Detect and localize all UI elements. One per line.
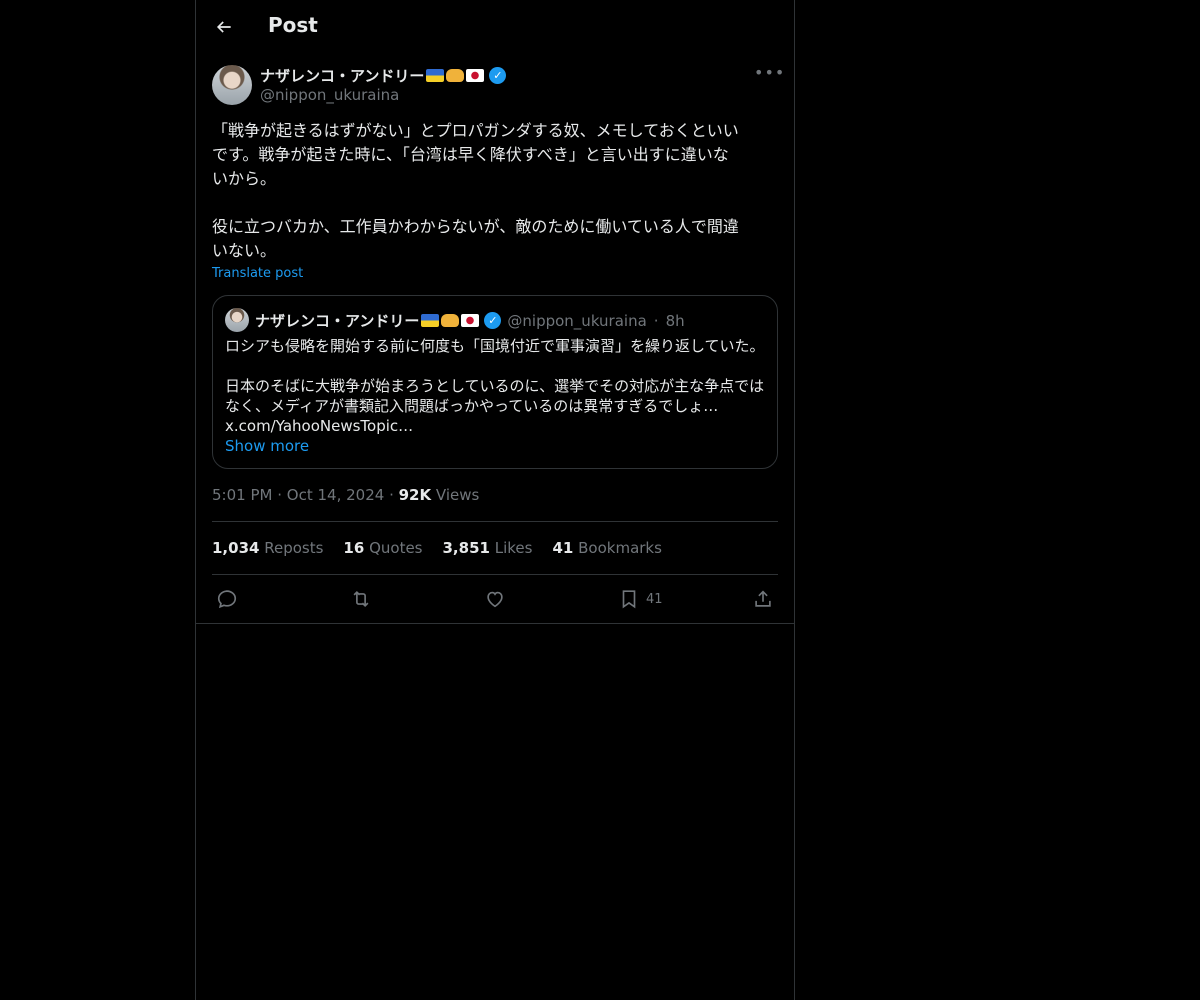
divider [212, 574, 778, 575]
likes-stat[interactable]: 3,851 Likes [443, 539, 533, 557]
back-button[interactable] [208, 11, 240, 43]
handshake-icon [441, 314, 460, 327]
author-name-row[interactable]: ナザレンコ・アンドリー ✓ [260, 65, 507, 86]
views-count: 92K [398, 486, 432, 504]
author-name: ナザレンコ・アンドリー [260, 67, 425, 85]
japan-flag-icon [461, 314, 480, 327]
action-bar: 41 [212, 587, 778, 611]
arrow-left-icon [216, 21, 231, 33]
divider [212, 521, 778, 522]
dot-separator: · [277, 486, 287, 504]
engagement-stats: 1,034 Reposts 16 Quotes 3,851 Likes 41 B… [212, 539, 662, 557]
likes-count: 3,851 [442, 539, 490, 557]
dot-separator: · [389, 486, 399, 504]
japan-flag-icon [466, 69, 485, 82]
more-horizontal-icon: ••• [754, 63, 786, 82]
ukraine-flag-icon [426, 69, 445, 82]
views-label: Views [435, 486, 480, 504]
bookmarks-stat[interactable]: 41 Bookmarks [552, 539, 661, 557]
show-more-link[interactable]: Show more [225, 437, 309, 455]
quotes-stat[interactable]: 16 Quotes [343, 539, 422, 557]
quote-header: ナザレンコ・アンドリー ✓ @nippon_ukuraina · 8h [255, 310, 685, 331]
dot-separator: · [653, 311, 659, 330]
translate-post-link[interactable]: Translate post [212, 266, 303, 281]
post-date[interactable]: Oct 14, 2024 [287, 486, 385, 504]
quote-time: 8h [665, 311, 685, 330]
avatar[interactable] [212, 65, 252, 105]
more-options-button[interactable]: ••• [754, 64, 784, 86]
reply-button[interactable] [216, 587, 238, 611]
quoted-post[interactable]: ナザレンコ・アンドリー ✓ @nippon_ukuraina · 8h ロシアも… [212, 295, 778, 469]
post-header: Post [196, 0, 794, 54]
share-button[interactable] [752, 587, 774, 611]
share-icon [755, 590, 771, 607]
repost-button[interactable] [350, 587, 372, 611]
bookmark-button[interactable]: 41 [618, 587, 663, 611]
quote-text: ロシアも侵略を開始する前に何度も「国境付近で軍事演習」を繰り返していた。 日本の… [225, 337, 765, 435]
bookmark-count: 41 [646, 591, 663, 607]
repost-icon [353, 590, 369, 608]
handshake-icon [446, 69, 465, 82]
like-button[interactable] [484, 587, 506, 611]
reply-icon [217, 590, 237, 609]
quotes-count: 16 [343, 539, 365, 557]
ukraine-flag-icon [421, 314, 440, 327]
quotes-label: Quotes [369, 539, 423, 557]
divider [196, 623, 794, 624]
bookmarks-label: Bookmarks [578, 539, 662, 557]
page-title: Post [268, 13, 318, 37]
bookmark-icon [622, 590, 636, 609]
post-detail-column: Post ナザレンコ・アンドリー ✓ @nippon_ukuraina ••• … [195, 0, 795, 1000]
reposts-label: Reposts [264, 539, 324, 557]
post-meta: 5:01 PM · Oct 14, 2024 · 92K Views [212, 486, 479, 504]
reposts-count: 1,034 [212, 539, 260, 557]
verified-badge-icon: ✓ [484, 312, 502, 329]
author-handle[interactable]: @nippon_ukuraina [260, 86, 399, 104]
heart-icon [487, 591, 503, 608]
bookmarks-count: 41 [552, 539, 574, 557]
reposts-stat[interactable]: 1,034 Reposts [212, 539, 323, 557]
post-text: 「戦争が起きるはずがない」とプロパガンダする奴、メモしておくといい です。戦争が… [212, 121, 739, 260]
quote-author-handle: @nippon_ukuraina [507, 311, 647, 330]
post-time[interactable]: 5:01 PM [212, 486, 272, 504]
verified-badge-icon: ✓ [489, 67, 507, 84]
quote-avatar [225, 308, 249, 332]
quote-author-name: ナザレンコ・アンドリー [255, 312, 420, 330]
likes-label: Likes [494, 539, 533, 557]
